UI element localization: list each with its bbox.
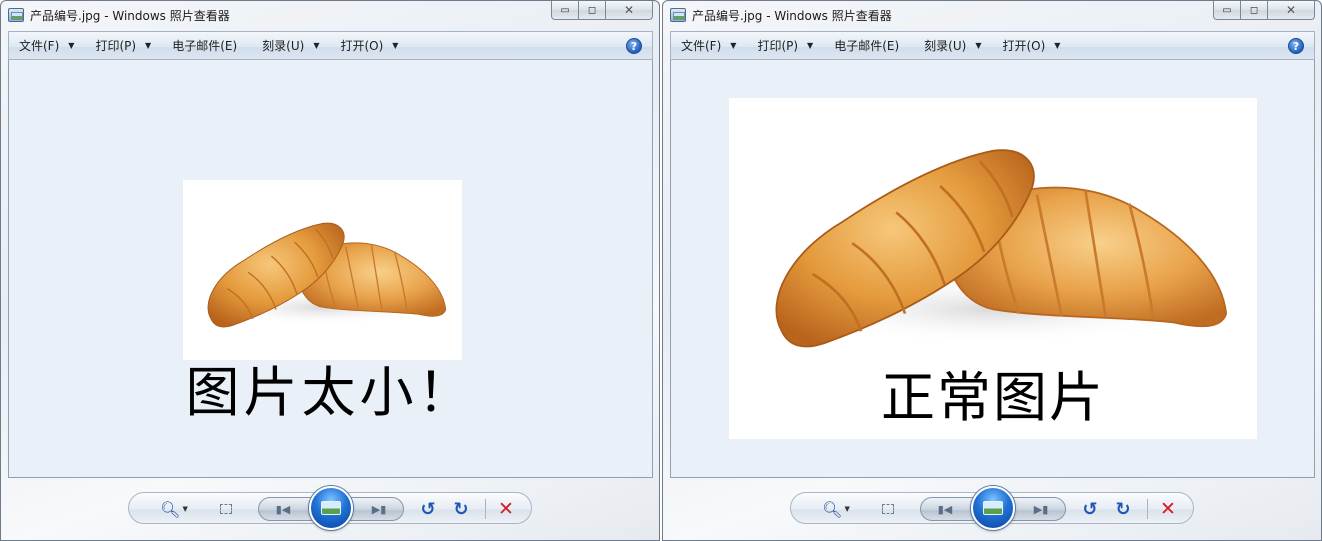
menu-file-label: 文件(F) [19, 39, 60, 53]
delete-icon[interactable]: ✕ [496, 498, 516, 520]
minimize-button[interactable]: ▭ [551, 1, 579, 20]
menu-email-label: 电子邮件(E) [834, 39, 900, 53]
menu-email[interactable]: 电子邮件(E) [168, 37, 241, 54]
help-icon[interactable]: ? [1288, 38, 1304, 54]
chevron-down-icon: ▼ [68, 41, 75, 50]
minimize-button[interactable]: ▭ [1213, 1, 1241, 20]
menu-open[interactable]: 打开(O) ▼ [336, 37, 398, 54]
menu-open[interactable]: 打开(O) ▼ [998, 37, 1060, 54]
zoom-icon[interactable]: 🔍︎ ▼ [159, 500, 189, 519]
slideshow-icon[interactable] [309, 486, 353, 530]
menu-file[interactable]: 文件(F) ▼ [15, 37, 74, 54]
toolbar-divider [485, 499, 486, 519]
chevron-down-icon: ▼ [807, 41, 814, 50]
toolbar-divider [1147, 499, 1148, 519]
menu-email[interactable]: 电子邮件(E) [830, 37, 903, 54]
menu-print[interactable]: 打印(P) ▼ [91, 37, 151, 54]
actual-size-icon[interactable] [217, 500, 235, 518]
window-title: 产品编号.jpg - Windows 照片查看器 [692, 9, 892, 23]
menu-print-label: 打印(P) [757, 39, 799, 53]
maximize-button[interactable]: ◻ [1241, 1, 1268, 20]
menu-burn[interactable]: 刻录(U) ▼ [258, 37, 319, 54]
croissant-photo: 正常图片 [729, 98, 1257, 439]
chevron-down-icon: ▼ [313, 41, 320, 50]
menu-burn-label: 刻录(U) [924, 39, 967, 53]
menu-bar: 文件(F) ▼ 打印(P) ▼ 电子邮件(E) 刻录(U) ▼ 打开(O) ▼ ? [670, 31, 1315, 60]
menu-burn-label: 刻录(U) [262, 39, 305, 53]
viewer-toolbar: 🔍︎ ▼ ▮◀ ▶▮ ↺ ↻ ✕ [790, 486, 1194, 530]
caption-buttons: ▭ ◻ ✕ [1213, 1, 1315, 21]
menu-open-label: 打开(O) [340, 39, 384, 53]
window-title: 产品编号.jpg - Windows 照片查看器 [30, 9, 230, 23]
title-bar[interactable]: 产品编号.jpg - Windows 照片查看器 ▭ ◻ ✕ [663, 1, 1321, 29]
photo-viewer-window-small: 产品编号.jpg - Windows 照片查看器 ▭ ◻ ✕ 文件(F) ▼ 打印… [0, 0, 660, 541]
maximize-button[interactable]: ◻ [579, 1, 606, 20]
chevron-down-icon: ▼ [145, 41, 152, 50]
menu-burn[interactable]: 刻录(U) ▼ [920, 37, 981, 54]
rotate-right-icon[interactable]: ↻ [451, 499, 471, 520]
close-button[interactable]: ✕ [606, 1, 653, 20]
image-viewport: 正常图片 [670, 60, 1315, 478]
menu-print[interactable]: 打印(P) ▼ [753, 37, 813, 54]
menu-email-label: 电子邮件(E) [172, 39, 238, 53]
photo-viewer-icon [670, 8, 686, 22]
previous-icon[interactable]: ▮◀ [273, 500, 293, 518]
image-caption: 正常图片 [881, 366, 1105, 429]
chevron-down-icon: ▼ [1054, 41, 1061, 50]
image-viewport: 图片太小！ [8, 60, 653, 478]
menu-bar: 文件(F) ▼ 打印(P) ▼ 电子邮件(E) 刻录(U) ▼ 打开(O) ▼ ? [8, 31, 653, 60]
chevron-down-icon: ▼ [730, 41, 737, 50]
rotate-left-icon[interactable]: ↺ [418, 499, 438, 520]
photo-viewer-window-normal: 产品编号.jpg - Windows 照片查看器 ▭ ◻ ✕ 文件(F) ▼ 打印… [662, 0, 1322, 541]
caption-buttons: ▭ ◻ ✕ [551, 1, 653, 21]
chevron-down-icon: ▼ [975, 41, 982, 50]
close-button[interactable]: ✕ [1268, 1, 1315, 20]
zoom-icon[interactable]: 🔍︎ ▼ [821, 500, 851, 519]
previous-icon[interactable]: ▮◀ [935, 500, 955, 518]
viewer-toolbar: 🔍︎ ▼ ▮◀ ▶▮ ↺ ↻ ✕ [128, 486, 532, 530]
rotate-left-icon[interactable]: ↺ [1080, 499, 1100, 520]
slideshow-icon[interactable] [971, 486, 1015, 530]
menu-print-label: 打印(P) [95, 39, 137, 53]
next-icon[interactable]: ▶▮ [1031, 500, 1051, 518]
rotate-right-icon[interactable]: ↻ [1113, 499, 1133, 520]
help-icon[interactable]: ? [626, 38, 642, 54]
actual-size-icon[interactable] [879, 500, 897, 518]
menu-file[interactable]: 文件(F) ▼ [677, 37, 736, 54]
menu-open-label: 打开(O) [1002, 39, 1046, 53]
photo-viewer-icon [8, 8, 24, 22]
title-bar[interactable]: 产品编号.jpg - Windows 照片查看器 ▭ ◻ ✕ [1, 1, 659, 29]
delete-icon[interactable]: ✕ [1158, 498, 1178, 520]
image-caption: 图片太小！ [185, 361, 476, 424]
croissant-photo [183, 180, 462, 360]
next-icon[interactable]: ▶▮ [369, 500, 389, 518]
menu-file-label: 文件(F) [681, 39, 722, 53]
chevron-down-icon: ▼ [392, 41, 399, 50]
